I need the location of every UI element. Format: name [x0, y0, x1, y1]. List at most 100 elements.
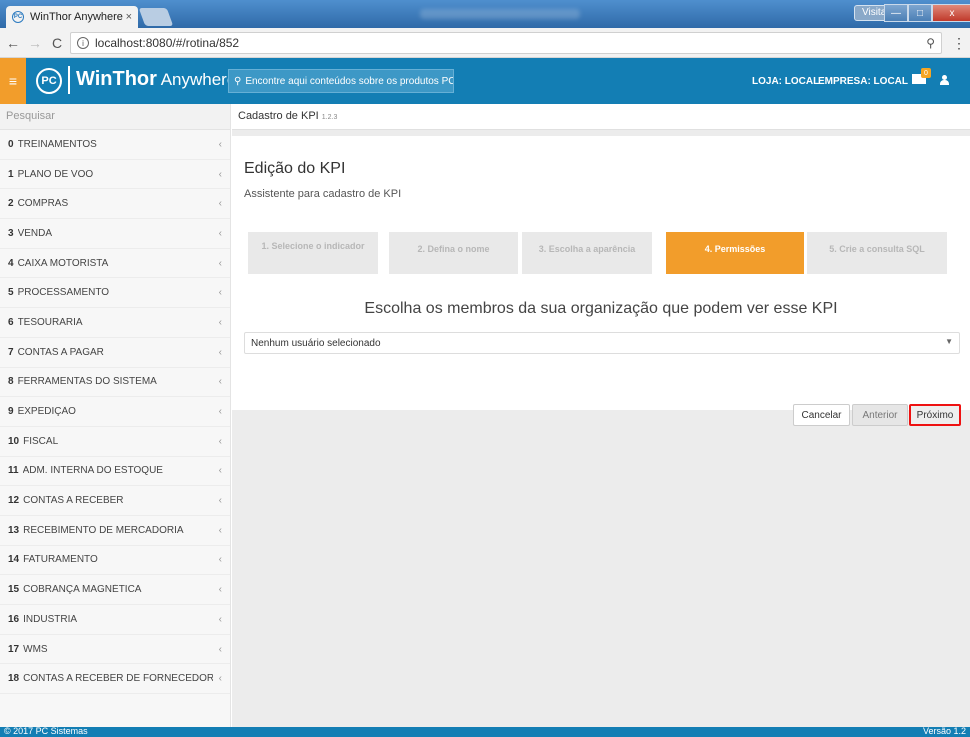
sidebar-item[interactable]: 6 TESOURARIA ‹	[0, 308, 230, 338]
window-close-icon[interactable]: x	[932, 4, 970, 22]
sidebar-item-label: CONTAS A RECEBER	[23, 495, 124, 507]
sidebar-item[interactable]: 9 EXPEDIÇÃO ‹	[0, 397, 230, 427]
sidebar-item[interactable]: 7 CONTAS A PAGAR ‹	[0, 338, 230, 368]
sidebar-item-label: FERRAMENTAS DO SISTEMA	[17, 376, 157, 388]
breadcrumb: Cadastro de KPI 1.2.3	[232, 104, 970, 130]
window-title-blurred	[420, 9, 580, 19]
sidebar-item-label: TESOURARIA	[17, 316, 83, 328]
chevron-left-icon: ‹	[218, 495, 222, 507]
sidebar-item-number: 17	[8, 643, 20, 655]
zoom-icon[interactable]: ⚲	[926, 36, 935, 50]
wizard-step-4[interactable]: 4. Permissões	[666, 232, 804, 274]
browser-tab[interactable]: PC WinThor Anywhere ×	[6, 6, 138, 28]
sidebar-item-label: FATURAMENTO	[23, 554, 98, 566]
sidebar-item[interactable]: 16 INDUSTRIA ‹	[0, 605, 230, 635]
wizard-step-1[interactable]: 1. Selecione o indicador	[248, 232, 378, 274]
permissions-question: Escolha os membros da sua organização qu…	[364, 300, 838, 317]
forward-icon[interactable]: →	[26, 35, 44, 51]
sidebar-item-number: 13	[8, 524, 20, 536]
sidebar-item[interactable]: 12 CONTAS A RECEBER ‹	[0, 486, 230, 516]
sidebar-item-label: CONTAS A PAGAR	[17, 346, 104, 358]
chevron-left-icon: ‹	[218, 524, 222, 536]
sidebar-item-label: TREINAMENTOS	[17, 138, 97, 150]
chevron-left-icon: ‹	[218, 376, 222, 388]
sidebar-item-number: 3	[8, 227, 14, 239]
sidebar-item[interactable]: 18 CONTAS A RECEBER DE FORNECEDOR ‹	[0, 664, 230, 695]
sidebar-item-number: 6	[8, 316, 14, 328]
sidebar-item[interactable]: 5 PROCESSAMENTO ‹	[0, 278, 230, 309]
sidebar-item[interactable]: 14 FATURAMENTO ‹	[0, 546, 230, 576]
sidebar-item[interactable]: 15 COBRANÇA MAGNÉTICA ‹	[0, 575, 230, 605]
search-icon: ⚲	[234, 75, 242, 87]
sidebar-item[interactable]: 10 FISCAL ‹	[0, 427, 230, 457]
sidebar-item-label: PROCESSAMENTO	[17, 287, 110, 299]
next-button[interactable]: Próximo	[909, 404, 961, 426]
chevron-left-icon: ‹	[218, 138, 222, 150]
chevron-left-icon: ‹	[218, 643, 222, 655]
sidebar-item-label: WMS	[23, 643, 48, 655]
sidebar-item-number: 5	[8, 287, 14, 299]
tab-close-icon[interactable]: ×	[126, 11, 132, 23]
sidebar-item-label: CONTAS A RECEBER DE FORNECEDOR	[23, 673, 213, 685]
wizard-step-5[interactable]: 5. Crie a consulta SQL	[807, 232, 947, 274]
chevron-left-icon: ‹	[218, 346, 222, 358]
logo-divider	[68, 66, 70, 94]
cancel-button[interactable]: Cancelar	[793, 404, 850, 426]
page-title: Edição do KPI	[244, 160, 346, 177]
sidebar-item[interactable]: 1 PLANO DE VOO ‹	[0, 160, 230, 190]
search-placeholder: Encontre aqui conteúdos sobre os produto…	[245, 75, 454, 87]
new-tab-button[interactable]	[138, 8, 174, 26]
chevron-left-icon: ‹	[218, 257, 222, 269]
wizard-step-3[interactable]: 3. Escolha a aparência	[522, 232, 652, 274]
sidebar-item-number: 4	[8, 257, 14, 269]
url-input[interactable]: i localhost:8080/#/rotina/852 ⚲	[70, 32, 942, 54]
chevron-left-icon: ‹	[218, 554, 222, 566]
back-icon[interactable]: ←	[4, 35, 22, 51]
sidebar-item-number: 2	[8, 198, 14, 210]
sidebar-item[interactable]: 4 CAIXA MOTORISTA ‹	[0, 249, 230, 279]
chevron-left-icon: ‹	[218, 673, 222, 685]
browser-menu-icon[interactable]: ⋮	[952, 35, 966, 52]
chevron-left-icon: ‹	[218, 613, 222, 625]
hamburger-menu-icon[interactable]: ≡	[0, 58, 26, 104]
company-indicator[interactable]: EMPRESA: LOCAL	[818, 76, 908, 87]
sidebar-item[interactable]: 11 ADM. INTERNA DO ESTOQUE ‹	[0, 457, 230, 487]
sidebar-item[interactable]: 2 COMPRAS ‹	[0, 189, 230, 220]
copyright-text: © 2017 PC Sistemas	[4, 726, 88, 736]
sidebar-item[interactable]: 3 VENDA ‹	[0, 219, 230, 249]
reload-icon[interactable]: C	[48, 35, 66, 51]
sidebar-search-input[interactable]: Pesquisar	[0, 104, 230, 130]
wizard-step-2[interactable]: 2. Defina o nome	[389, 232, 518, 274]
version-text: Versão 1.2	[922, 726, 966, 736]
sidebar-item-number: 18	[8, 673, 20, 685]
sidebar-item-number: 11	[8, 465, 19, 477]
address-bar: ← → C i localhost:8080/#/rotina/852 ⚲ ⋮	[0, 28, 970, 58]
sidebar-item-number: 1	[8, 168, 14, 180]
user-icon[interactable]	[939, 75, 949, 85]
sidebar-item-label: EXPEDIÇÃO	[17, 406, 76, 418]
url-text: localhost:8080/#/rotina/852	[95, 36, 240, 50]
previous-button[interactable]: Anterior	[852, 404, 908, 426]
members-select[interactable]: Nenhum usuário selecionado ▼	[244, 332, 960, 354]
main-content: Cadastro de KPI 1.2.3 Edição do KPI Assi…	[232, 104, 970, 727]
sidebar-item[interactable]: 0 TREINAMENTOS ‹	[0, 130, 230, 160]
page-subtitle: Assistente para cadastro de KPI	[244, 188, 402, 200]
site-info-icon[interactable]: i	[77, 37, 89, 49]
chevron-left-icon: ‹	[218, 316, 222, 328]
brand-name[interactable]: WinThor Anywhere	[76, 68, 236, 91]
sidebar-item[interactable]: 8 FERRAMENTAS DO SISTEMA ‹	[0, 368, 230, 398]
chevron-left-icon: ‹	[218, 198, 222, 210]
favicon-icon: PC	[12, 11, 24, 23]
sidebar-item[interactable]: 17 WMS ‹	[0, 635, 230, 665]
store-indicator[interactable]: LOJA: LOCAL	[752, 76, 819, 87]
sidebar-item-number: 9	[8, 406, 14, 418]
content-search-input[interactable]: ⚲ Encontre aqui conteúdos sobre os produ…	[228, 69, 454, 93]
notification-badge: 0	[921, 68, 931, 78]
window-controls: — □ x	[884, 4, 970, 22]
sidebar-item-number: 0	[8, 138, 14, 150]
sidebar-item-number: 14	[8, 554, 20, 566]
sidebar-item[interactable]: 13 RECEBIMENTO DE MERCADORIA ‹	[0, 516, 230, 546]
chevron-down-icon: ▼	[945, 337, 953, 346]
minimize-icon[interactable]: —	[884, 4, 908, 22]
maximize-icon[interactable]: □	[908, 4, 932, 22]
